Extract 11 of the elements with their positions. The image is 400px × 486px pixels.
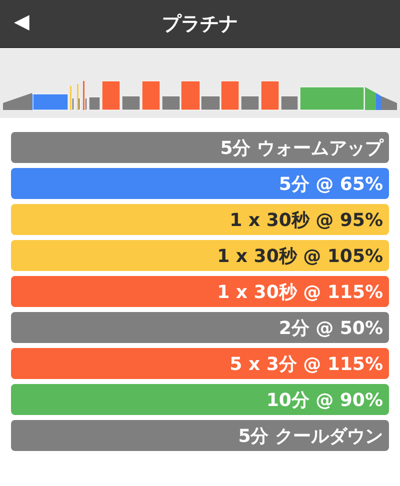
interval-row[interactable]: 1 x 30秒 @ 105% (11, 240, 389, 271)
interval-row[interactable]: 2分 @ 50% (11, 312, 389, 343)
screen-title: プラチナ (162, 12, 238, 36)
interval-row[interactable]: 5分 ウォームアップ (11, 132, 389, 163)
interval-row[interactable]: 10分 @ 90% (11, 384, 389, 415)
interval-row[interactable]: 1 x 30秒 @ 115% (11, 276, 389, 307)
interval-row[interactable]: 5分 クールダウン (11, 420, 389, 451)
interval-row[interactable]: 1 x 30秒 @ 95% (11, 204, 389, 235)
back-button[interactable]: ◀ (10, 10, 33, 34)
interval-row[interactable]: 5分 @ 65% (11, 168, 389, 199)
interval-row[interactable]: 5 x 3分 @ 115% (11, 348, 389, 379)
